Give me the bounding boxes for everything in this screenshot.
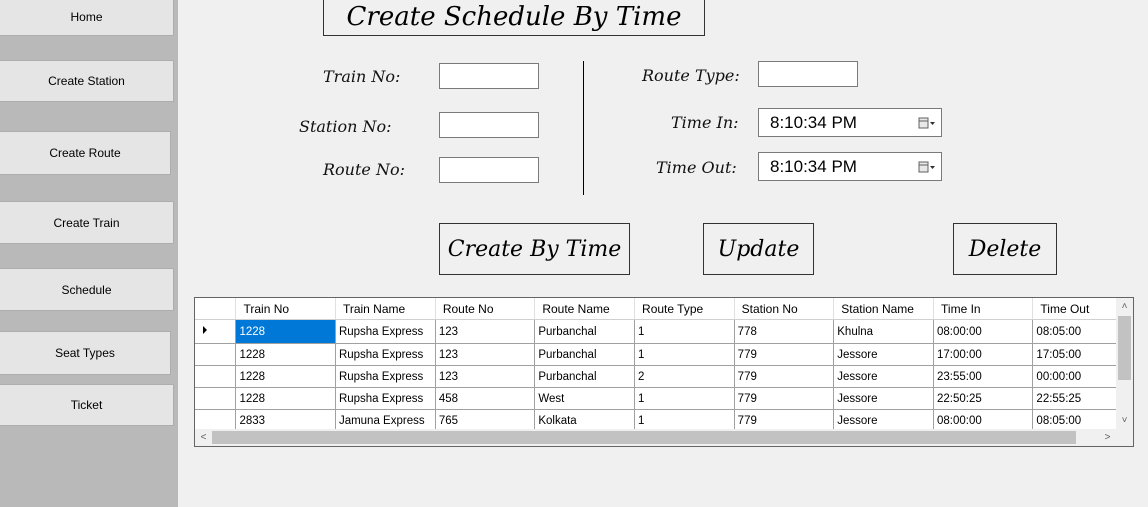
grid-header-row: Train No Train Name Route No Route Name … xyxy=(195,298,1133,320)
cell[interactable]: Jessore xyxy=(833,343,935,366)
station-no-input[interactable] xyxy=(439,112,539,138)
scroll-right-icon[interactable]: > xyxy=(1099,429,1116,446)
current-row-arrow-icon xyxy=(203,326,207,334)
row-header[interactable] xyxy=(195,343,237,366)
time-out-picker[interactable]: 8:10:34 PM xyxy=(758,152,942,181)
table-row[interactable]: 1228 Rupsha Express 123 Purbanchal 1 779… xyxy=(195,343,1133,366)
column-header[interactable]: Route Name xyxy=(534,298,636,320)
cell[interactable]: 123 xyxy=(435,343,536,366)
time-in-picker[interactable]: 8:10:34 PM xyxy=(758,108,942,137)
cell[interactable]: Purbanchal xyxy=(534,319,636,344)
cell[interactable]: 1 xyxy=(634,387,735,410)
route-type-input[interactable] xyxy=(758,61,858,87)
cell[interactable]: 458 xyxy=(435,387,536,410)
cell[interactable]: 22:50:25 xyxy=(933,387,1034,410)
cell[interactable]: 778 xyxy=(734,319,835,344)
cell[interactable]: Rupsha Express xyxy=(335,319,436,344)
cell[interactable]: Rupsha Express xyxy=(335,387,436,410)
row-header[interactable] xyxy=(195,387,237,410)
nav-home-button[interactable]: Home xyxy=(0,0,174,36)
row-header[interactable] xyxy=(195,319,237,344)
create-by-time-button[interactable]: Create By Time xyxy=(439,223,630,275)
cell[interactable]: 123 xyxy=(435,365,536,388)
cell[interactable]: 1 xyxy=(634,319,735,344)
station-no-label: Station No: xyxy=(299,117,392,136)
cell[interactable]: Jessore xyxy=(833,387,935,410)
cell[interactable]: Khulna xyxy=(833,319,935,344)
horizontal-scrollbar[interactable]: < > xyxy=(195,429,1116,446)
cell[interactable]: 1228 xyxy=(235,387,336,410)
column-header[interactable]: Station No xyxy=(734,298,835,320)
cell[interactable]: 1228 xyxy=(235,343,336,366)
scroll-up-icon[interactable]: ˄ xyxy=(1116,298,1133,315)
cell[interactable]: 1228 xyxy=(235,365,336,388)
schedule-table: Train No Train Name Route No Route Name … xyxy=(195,298,1133,432)
scroll-left-icon[interactable]: < xyxy=(195,429,212,446)
cell[interactable]: 123 xyxy=(435,319,536,344)
nav-ticket-button[interactable]: Ticket xyxy=(0,384,174,426)
delete-button[interactable]: Delete xyxy=(953,223,1057,275)
column-header[interactable]: Station Name xyxy=(833,298,935,320)
nav-create-route-button[interactable]: Create Route xyxy=(0,131,171,175)
cell[interactable]: Purbanchal xyxy=(534,343,636,366)
time-out-label: Time Out: xyxy=(656,158,737,177)
train-no-input[interactable] xyxy=(439,63,539,89)
column-header[interactable]: Time In xyxy=(933,298,1034,320)
table-row[interactable]: 1228 Rupsha Express 123 Purbanchal 2 779… xyxy=(195,365,1133,388)
vertical-scrollbar[interactable]: ˄ ˅ xyxy=(1116,298,1133,429)
nav-create-station-button[interactable]: Create Station xyxy=(0,60,174,102)
cell[interactable]: Rupsha Express xyxy=(335,365,436,388)
cell[interactable]: West xyxy=(534,387,636,410)
calendar-dropdown-icon[interactable] xyxy=(918,161,936,173)
column-header[interactable]: Route No xyxy=(435,298,536,320)
column-header[interactable]: Train Name xyxy=(335,298,436,320)
nav-seat-types-button[interactable]: Seat Types xyxy=(0,331,171,375)
cell[interactable]: 17:00:00 xyxy=(933,343,1034,366)
cell[interactable]: Jessore xyxy=(833,365,935,388)
cell[interactable]: 08:00:00 xyxy=(933,319,1034,344)
time-out-value: 8:10:34 PM xyxy=(770,157,857,176)
update-button[interactable]: Update xyxy=(703,223,814,275)
route-no-input[interactable] xyxy=(439,157,539,183)
time-in-label: Time In: xyxy=(671,113,739,132)
route-type-label: Route Type: xyxy=(642,66,740,85)
nav-create-train-button[interactable]: Create Train xyxy=(0,201,174,244)
train-no-label: Train No: xyxy=(323,67,401,86)
page-title: Create Schedule By Time xyxy=(323,0,705,36)
cell[interactable]: Purbanchal xyxy=(534,365,636,388)
table-row[interactable]: 1228 Rupsha Express 458 West 1 779 Jesso… xyxy=(195,387,1133,410)
cell[interactable]: 1 xyxy=(634,343,735,366)
column-header[interactable]: Train No xyxy=(235,298,336,320)
calendar-dropdown-icon[interactable] xyxy=(918,117,936,129)
form-divider xyxy=(583,61,584,195)
schedule-grid[interactable]: Train No Train Name Route No Route Name … xyxy=(194,297,1134,447)
cell[interactable]: 779 xyxy=(734,343,835,366)
cell[interactable]: 779 xyxy=(734,387,835,410)
cell[interactable]: 779 xyxy=(734,365,835,388)
table-row[interactable]: 1228 Rupsha Express 123 Purbanchal 1 778… xyxy=(195,319,1133,344)
horizontal-scroll-thumb[interactable] xyxy=(212,431,1076,444)
cell[interactable]: 2 xyxy=(634,365,735,388)
row-header[interactable] xyxy=(195,365,237,388)
cell[interactable]: Rupsha Express xyxy=(335,343,436,366)
scrollbar-corner xyxy=(1116,429,1133,446)
sidebar: Home Create Station Create Route Create … xyxy=(0,0,178,507)
row-header-corner xyxy=(195,298,237,320)
vertical-scroll-thumb[interactable] xyxy=(1118,316,1131,380)
scroll-down-icon[interactable]: ˅ xyxy=(1116,412,1133,429)
time-in-value: 8:10:34 PM xyxy=(770,113,857,132)
route-no-label: Route No: xyxy=(323,160,405,179)
cell[interactable]: 1228 xyxy=(235,319,336,344)
nav-schedule-button[interactable]: Schedule xyxy=(0,268,174,311)
column-header[interactable]: Route Type xyxy=(634,298,735,320)
cell[interactable]: 23:55:00 xyxy=(933,365,1034,388)
